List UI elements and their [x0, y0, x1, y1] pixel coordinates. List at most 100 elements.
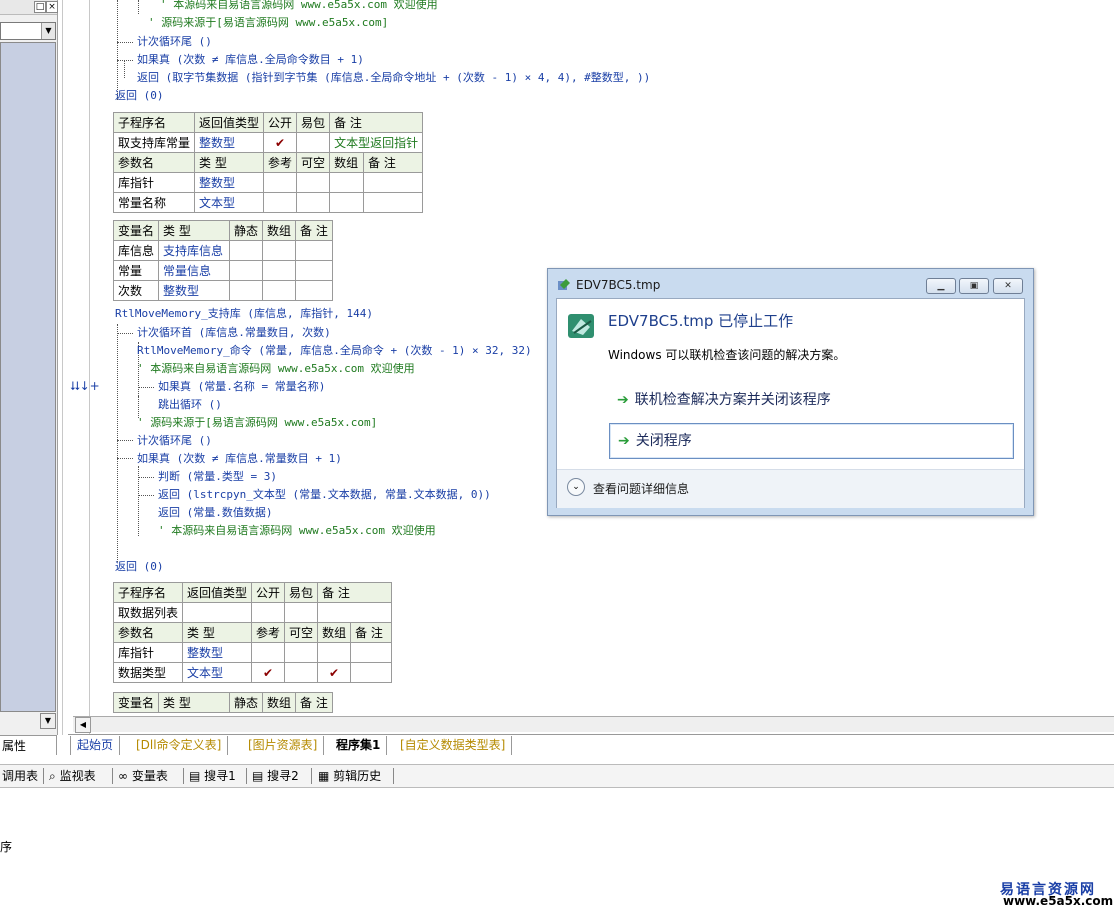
table-cell[interactable] — [295, 240, 333, 261]
code-line[interactable]: 返回 (取字节集数据 (指针到字节集 (库信息.全局命令地址 + (次数 - 1… — [137, 69, 650, 87]
chevron-down-icon[interactable]: ▼ — [41, 23, 55, 39]
object-combo[interactable]: ▼ — [0, 22, 56, 40]
breakpoint-marker-icon[interactable]: ⮇↓+ — [70, 379, 100, 394]
table-cell[interactable] — [251, 642, 286, 663]
code-line[interactable]: 返回 (常量.数值数据) — [158, 504, 273, 522]
toolbar-watch-table[interactable]: ⌕ 监视表 — [49, 767, 96, 785]
tab-image-resources[interactable]: [图片资源表] — [242, 736, 325, 755]
table-cell[interactable]: 整数型 — [194, 132, 265, 153]
code-line[interactable]: ' 源码来源于[易语言源码网 www.e5a5x.com] — [148, 14, 388, 32]
code-line[interactable]: 计次循环首 (库信息.常量数目, 次数) — [137, 324, 331, 342]
toolbar-search1[interactable]: ▤ 搜寻1 — [189, 767, 236, 785]
property-list[interactable] — [0, 42, 56, 712]
table-cell[interactable] — [295, 260, 333, 281]
table-cell[interactable] — [329, 172, 365, 193]
table-cell[interactable] — [363, 172, 424, 193]
table-header-cell: 备 注 — [329, 112, 424, 133]
table-cell[interactable] — [262, 280, 297, 301]
tab-properties[interactable]: 属性 — [0, 735, 57, 755]
code-line[interactable]: 返回 (0) — [115, 558, 164, 576]
toolbar-call-table[interactable]: 调用表 — [2, 767, 38, 785]
output-panel[interactable] — [0, 788, 1114, 915]
check-icon[interactable]: ✔ — [251, 662, 286, 683]
table-cell[interactable]: 取支持库常量 — [112, 132, 196, 153]
view-details-link[interactable]: 查看问题详细信息 — [593, 480, 689, 497]
table-cell[interactable] — [229, 240, 264, 261]
table-cell[interactable]: 整数型 — [194, 172, 265, 193]
table-cell[interactable] — [229, 260, 264, 281]
table-cell[interactable] — [295, 280, 333, 301]
table-cell[interactable]: 常量 — [112, 260, 160, 281]
table-cell[interactable] — [317, 642, 352, 663]
toolbar-variable-table[interactable]: ∞ 变量表 — [118, 767, 168, 785]
table-cell[interactable]: 库指针 — [112, 642, 184, 663]
code-line[interactable]: 如果真 (常量.名称 = 常量名称) — [158, 378, 325, 396]
table-cell[interactable]: 文本型返回指针 — [329, 132, 424, 153]
table-cell[interactable] — [263, 172, 298, 193]
code-line[interactable]: ' 本源码来自易语言源码网 www.e5a5x.com 欢迎使用 — [158, 522, 436, 540]
table-cell[interactable]: 整数型 — [158, 280, 231, 301]
tab-custom-types[interactable]: [自定义数据类型表] — [394, 736, 513, 755]
code-line[interactable]: 返回 (lstrcpyn_文本型 (常量.文本数据, 常量.文本数据, 0)) — [158, 486, 491, 504]
table-cell[interactable] — [329, 192, 365, 213]
close-icon[interactable]: × — [46, 1, 58, 13]
table-cell[interactable] — [296, 192, 331, 213]
code-line[interactable]: 如果真 (次数 ≠ 库信息.常量数目 + 1) — [137, 450, 342, 468]
table-cell[interactable] — [296, 172, 331, 193]
scroll-left-button[interactable]: ◀ — [75, 717, 91, 733]
table-cell[interactable] — [262, 260, 297, 281]
table-cell[interactable]: 文本型 — [194, 192, 265, 213]
code-line[interactable]: ' 源码来源于[易语言源码网 www.e5a5x.com] — [137, 414, 377, 432]
close-button[interactable]: ✕ — [993, 278, 1023, 294]
table-cell[interactable] — [262, 240, 297, 261]
table-cell[interactable]: 整数型 — [182, 642, 253, 663]
table-cell[interactable]: 常量信息 — [158, 260, 231, 281]
code-line[interactable]: 如果真 (次数 ≠ 库信息.全局命令数目 + 1) — [137, 51, 364, 69]
editor-horizontal-scrollbar[interactable]: ◀ — [73, 716, 1114, 733]
table-cell[interactable] — [350, 662, 393, 683]
table-cell[interactable]: 库信息 — [112, 240, 160, 261]
code-line[interactable]: RtlMoveMemory_支持库 (库信息, 库指针, 144) — [115, 305, 373, 323]
table-cell[interactable]: 数据类型 — [112, 662, 184, 683]
code-line[interactable]: 计次循环尾 () — [137, 432, 212, 450]
table-cell[interactable] — [317, 602, 393, 623]
table-cell[interactable] — [284, 662, 319, 683]
scroll-down-button[interactable]: ▼ — [40, 713, 56, 729]
tab-dll-table[interactable]: [Dll命令定义表] — [130, 736, 229, 755]
minimize-button[interactable]: ▁ — [926, 278, 956, 294]
code-line[interactable]: 判断 (常量.类型 = 3) — [158, 468, 277, 486]
table-cell[interactable] — [296, 132, 331, 153]
table-cell[interactable]: 取数据列表 — [112, 602, 184, 623]
table-cell[interactable] — [229, 280, 264, 301]
check-icon[interactable]: ✔ — [317, 662, 352, 683]
code-line[interactable]: RtlMoveMemory_命令 (常量, 库信息.全局命令 + (次数 - 1… — [137, 342, 532, 360]
code-line[interactable]: ' 本源码来自易语言源码网 www.e5a5x.com 欢迎使用 — [137, 360, 415, 378]
restore-icon[interactable]: □ — [34, 1, 46, 13]
table-cell[interactable] — [251, 602, 286, 623]
table-cell[interactable] — [350, 642, 393, 663]
toolbar-clip-history[interactable]: ▦ 剪辑历史 — [318, 767, 381, 785]
tab-program-set[interactable]: 程序集1 — [330, 736, 388, 755]
code-line[interactable]: ' 本源码来自易语言源码网 www.e5a5x.com 欢迎使用 — [160, 0, 438, 14]
table-cell[interactable]: 文本型 — [182, 662, 253, 683]
table-cell[interactable] — [284, 642, 319, 663]
maximize-button[interactable]: ▣ — [959, 278, 989, 294]
code-line[interactable]: 计次循环尾 () — [137, 33, 212, 51]
table-cell[interactable]: 支持库信息 — [158, 240, 231, 261]
check-online-button[interactable]: ➔ 联机检查解决方案并关闭该程序 — [609, 383, 1012, 417]
check-icon[interactable]: ✔ — [263, 132, 298, 153]
tab-start-page[interactable]: 起始页 — [70, 736, 121, 755]
table-header-cell: 备 注 — [295, 220, 333, 241]
code-line[interactable]: 返回 (0) — [115, 87, 164, 105]
code-line[interactable]: 跳出循环 () — [158, 396, 222, 414]
close-program-button[interactable]: ➔ 关闭程序 — [609, 423, 1014, 459]
table-cell[interactable] — [284, 602, 319, 623]
table-cell[interactable]: 库指针 — [112, 172, 196, 193]
table-cell[interactable]: 次数 — [112, 280, 160, 301]
chevron-down-icon[interactable]: ⌄ — [567, 478, 585, 496]
toolbar-search2[interactable]: ▤ 搜寻2 — [252, 767, 299, 785]
table-cell[interactable] — [182, 602, 253, 623]
table-cell[interactable] — [263, 192, 298, 213]
table-cell[interactable]: 常量名称 — [112, 192, 196, 213]
table-cell[interactable] — [363, 192, 424, 213]
